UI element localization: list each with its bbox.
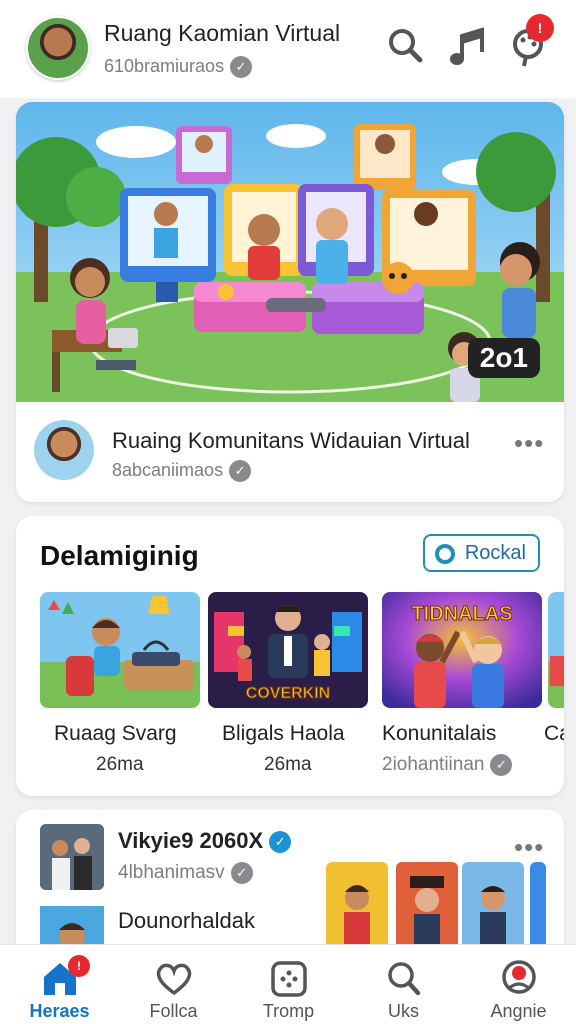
room-meta-3-text: 2iohantiinan (382, 754, 485, 776)
nav-profile-label: Angnie (490, 1001, 547, 1021)
room-name-3[interactable]: Konunitalais (382, 722, 496, 746)
section-card: Delamiginig Rockal Ruaag Svarg 26ma COVE… (16, 516, 564, 796)
room-tile-3[interactable]: TIDNALAS (382, 592, 542, 708)
profile-avatar[interactable] (26, 16, 90, 80)
post-title-text: Vikyie9 2060X (118, 828, 264, 853)
post-subtitle-text: 4lbhanimasv (118, 862, 225, 884)
verified-icon: ✓ (229, 460, 252, 483)
featured-image[interactable]: 2o1 (16, 102, 564, 402)
post-media-3[interactable] (462, 862, 524, 952)
room-meta-2: 26ma (264, 754, 312, 775)
room-name-1[interactable]: Ruaag Svarg (54, 722, 177, 746)
room-tile-1[interactable] (40, 592, 200, 708)
music-note-icon[interactable] (448, 24, 488, 68)
more-options-icon[interactable]: ••• (514, 430, 544, 456)
search-icon (384, 959, 424, 997)
featured-title[interactable]: Ruaing Komunitans Widauian Virtual (112, 428, 470, 454)
post-subtitle: 4lbhanimasv ✓ (118, 862, 253, 884)
nav-home-label: Heraes (29, 1001, 90, 1021)
nav-games-label: Tromp (262, 1001, 315, 1021)
room-tile-4[interactable] (548, 592, 564, 708)
page-subtitle: 610bramiuraos ✓ (104, 56, 253, 79)
second-post-title[interactable]: Dounorhaldak (118, 908, 255, 934)
community-avatar[interactable] (34, 420, 94, 480)
room-3-art-text: TIDNALAS (411, 603, 512, 625)
verified-icon: ✓ (490, 754, 513, 776)
nav-search-label: Uks (388, 1001, 419, 1021)
nav-home[interactable]: ! Heraes (2, 945, 117, 1024)
media-count-badge: 2o1 (467, 338, 540, 378)
verified-icon: ✓ (230, 56, 253, 79)
nav-profile[interactable]: Angnie (461, 945, 576, 1024)
room-tile-2[interactable]: COVERKIN (208, 592, 368, 708)
verified-icon: ✓ (230, 862, 253, 884)
post-media-4[interactable] (530, 862, 546, 952)
section-action-button[interactable]: Rockal (422, 534, 540, 572)
nav-home-badge: ! (68, 955, 90, 977)
palette-icon[interactable]: ! (510, 14, 554, 68)
room-meta-1: 26ma (96, 754, 144, 775)
featured-card[interactable]: 2o1 Ruaing Komunitans Widauian Virtual 8… (16, 102, 564, 502)
notification-badge: ! (526, 14, 554, 42)
post-media-2[interactable] (396, 862, 458, 952)
section-action-label: Rockal (464, 542, 526, 564)
nav-search[interactable]: Uks (346, 945, 461, 1024)
search-icon[interactable] (386, 24, 426, 68)
top-bar: Ruang Kaomian Virtual 610bramiuraos ✓ ! (0, 0, 576, 98)
page-title: Ruang Kaomian Virtual (104, 20, 341, 46)
room-meta-3: 2iohantiinan ✓ (382, 754, 513, 776)
page-subtitle-text: 610bramiuraos (104, 56, 225, 76)
bottom-navigation: ! Heraes Follca Tromp Uks Angnie (0, 944, 576, 1024)
post-thumbnail[interactable] (40, 824, 104, 890)
nav-follow[interactable]: Follca (116, 945, 231, 1024)
heart-icon (154, 959, 194, 997)
section-title: Delamiginig (40, 540, 199, 571)
featured-subtitle-text: 8abcaniimaos (112, 460, 224, 480)
room-name-2[interactable]: Bligals Haola (222, 722, 345, 746)
room-2-art-text: COVERKIN (246, 685, 330, 702)
profile-icon (499, 959, 539, 997)
gamepad-icon (269, 959, 309, 997)
post-title[interactable]: Vikyie9 2060X ✓ (118, 828, 292, 854)
more-options-icon[interactable]: ••• (514, 834, 544, 860)
nav-games[interactable]: Tromp (231, 945, 346, 1024)
verified-blue-icon: ✓ (269, 831, 292, 854)
room-name-4[interactable]: Ca (544, 722, 564, 746)
nav-follow-label: Follca (149, 1001, 198, 1021)
post-media-1[interactable] (326, 862, 388, 952)
featured-subtitle: 8abcaniimaos ✓ (112, 460, 252, 483)
gear-icon (434, 544, 455, 564)
